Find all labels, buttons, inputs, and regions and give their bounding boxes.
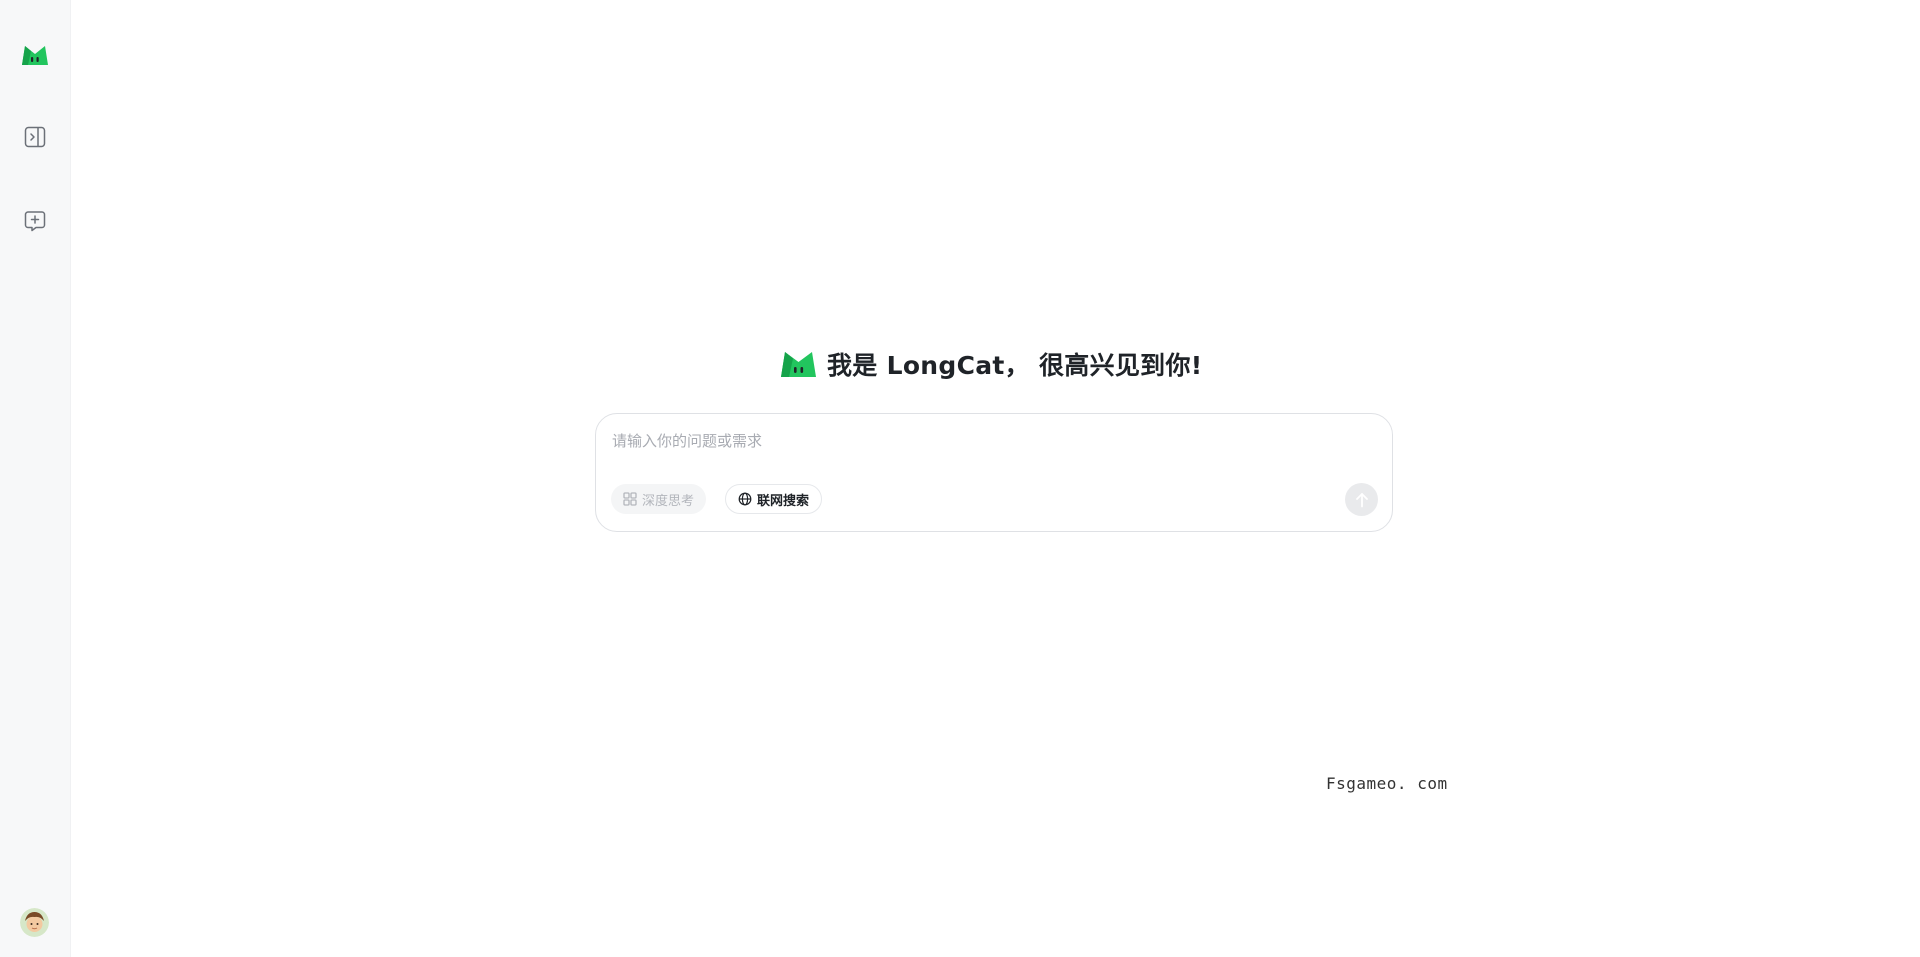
arrow-up-icon <box>1355 492 1368 507</box>
longcat-logo-icon <box>781 352 816 377</box>
send-button[interactable] <box>1345 483 1378 516</box>
sidebar <box>0 0 71 957</box>
new-chat-icon <box>24 211 46 232</box>
web-search-label: 联网搜索 <box>757 493 810 509</box>
globe-icon <box>738 492 752 506</box>
longcat-logo-icon[interactable] <box>19 39 51 71</box>
deep-think-toggle[interactable]: 深度思考 <box>611 484 707 514</box>
grid-icon <box>623 492 637 506</box>
deep-think-label: 深度思考 <box>642 493 695 509</box>
app-root: 我是 LongCat， 很高兴见到你! 深度思考 <box>0 0 1920 957</box>
user-avatar[interactable] <box>20 908 49 937</box>
chat-input[interactable] <box>612 428 1372 454</box>
page-title: 我是 LongCat， 很高兴见到你! <box>827 351 1203 380</box>
chat-composer: 深度思考 联网搜索 <box>595 413 1393 532</box>
web-search-toggle[interactable]: 联网搜索 <box>725 484 823 514</box>
sidebar-toggle-button[interactable] <box>19 121 51 153</box>
sidebar-expand-icon <box>24 126 46 148</box>
watermark-text: Fsgameo. com <box>1326 774 1448 793</box>
welcome-heading: 我是 LongCat， 很高兴见到你! <box>779 346 1202 382</box>
new-chat-button[interactable] <box>19 205 51 237</box>
